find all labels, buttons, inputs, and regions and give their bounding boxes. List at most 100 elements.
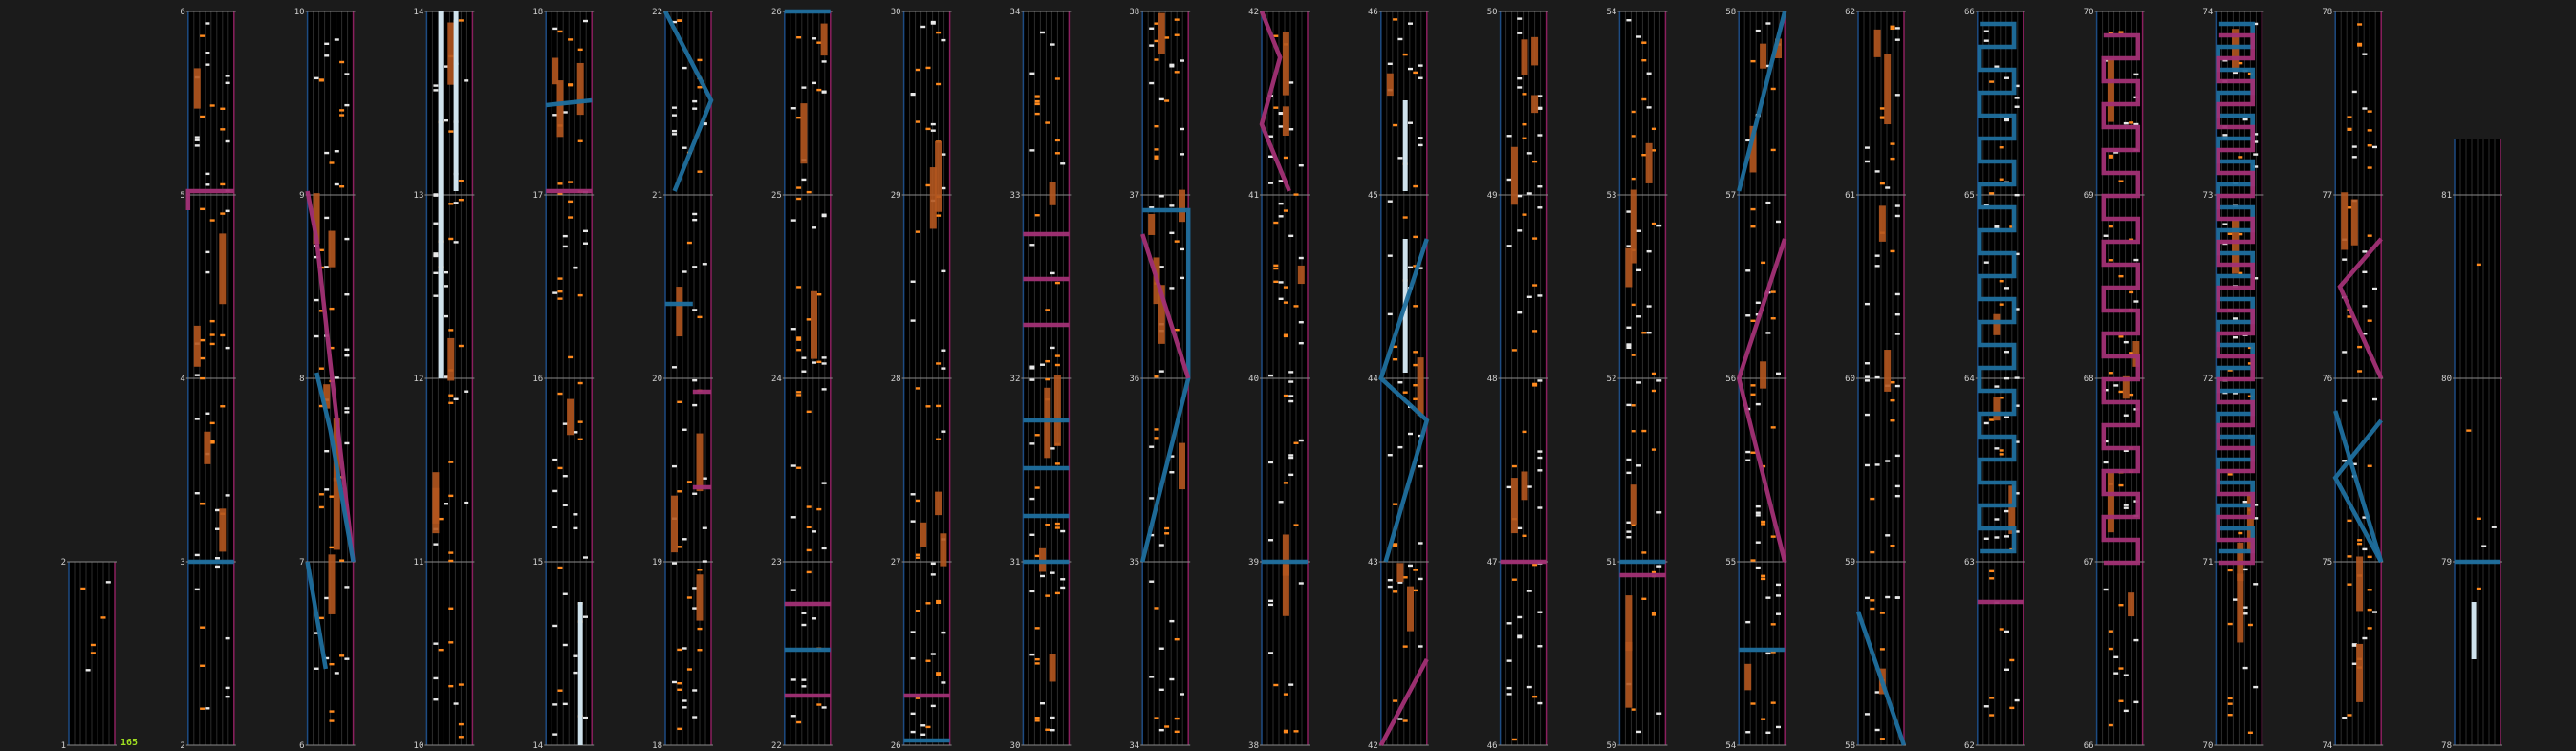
- note: [1761, 523, 1766, 526]
- note: [577, 293, 583, 297]
- note: [1989, 569, 1995, 573]
- note: [577, 438, 583, 440]
- note: [2476, 587, 2481, 590]
- note: [1402, 645, 1408, 648]
- note: [1268, 461, 1273, 464]
- note: [1402, 576, 1408, 579]
- note: [334, 376, 339, 379]
- long-note: [1282, 106, 1289, 136]
- note: [220, 405, 226, 408]
- note: [2347, 519, 2352, 523]
- note: [344, 237, 350, 241]
- note: [324, 449, 330, 453]
- note: [583, 556, 588, 559]
- measure-number: 19: [652, 558, 662, 568]
- note: [1158, 370, 1164, 373]
- note: [1045, 594, 1050, 597]
- note: [1402, 719, 1408, 722]
- note: [448, 641, 454, 644]
- note: [2342, 717, 2348, 719]
- long-note: [671, 495, 678, 553]
- note: [796, 720, 802, 724]
- note: [194, 374, 200, 376]
- note: [1298, 582, 1304, 585]
- long-note: [1044, 387, 1051, 459]
- note: [1770, 623, 1776, 626]
- note: [1631, 303, 1636, 307]
- note: [444, 376, 448, 378]
- note: [1180, 247, 1184, 251]
- long-note: [935, 140, 942, 212]
- note: [1278, 125, 1284, 128]
- note: [1278, 215, 1284, 218]
- note: [702, 263, 707, 266]
- note: [806, 526, 812, 528]
- note: [2362, 547, 2368, 551]
- note: [930, 122, 936, 126]
- note: [324, 54, 330, 57]
- note: [1894, 333, 1900, 335]
- note: [105, 581, 111, 584]
- note: [1537, 185, 1543, 188]
- note: [2004, 509, 2009, 513]
- note: [821, 362, 827, 365]
- measure-number: 63: [1964, 558, 1975, 568]
- note: [1154, 155, 1159, 158]
- note: [209, 319, 215, 323]
- note: [339, 60, 345, 64]
- note: [2357, 42, 2363, 46]
- note: [1874, 691, 1880, 694]
- note: [1288, 380, 1294, 383]
- note: [314, 667, 319, 670]
- note: [573, 513, 578, 516]
- note: [1174, 240, 1180, 243]
- note: [2004, 416, 2009, 418]
- note: [1293, 524, 1299, 526]
- note: [2113, 384, 2119, 387]
- note: [1397, 381, 1403, 384]
- note: [557, 277, 563, 280]
- measure-number: 78: [2441, 741, 2452, 751]
- note: [2362, 107, 2368, 110]
- note: [2242, 568, 2248, 571]
- note: [1413, 351, 1418, 354]
- long-note: [1884, 350, 1892, 392]
- note: [1885, 460, 1891, 462]
- note: [796, 197, 802, 201]
- note: [1517, 194, 1523, 198]
- measure-number: 10: [294, 8, 305, 17]
- long-note: [328, 554, 336, 614]
- note: [577, 48, 583, 52]
- note: [552, 526, 558, 529]
- note: [324, 216, 330, 220]
- note: [1537, 645, 1543, 648]
- note: [1656, 565, 1662, 568]
- measure-number: 70: [2084, 8, 2094, 17]
- note: [2238, 232, 2243, 236]
- note: [1413, 384, 1418, 387]
- long-note: [2128, 592, 2135, 617]
- note: [334, 38, 339, 41]
- long-note: [1521, 471, 1528, 501]
- measure-number: 41: [1248, 191, 1259, 201]
- measure-number: 74: [2322, 741, 2332, 751]
- measure-number: 62: [1964, 741, 1975, 751]
- note: [812, 226, 816, 229]
- note: [225, 139, 230, 143]
- note: [324, 151, 330, 155]
- note: [1387, 578, 1393, 582]
- note: [1641, 429, 1647, 433]
- note: [677, 400, 682, 404]
- measure-number: 77: [2322, 191, 2332, 201]
- note: [1776, 594, 1781, 597]
- note: [1656, 224, 1662, 227]
- note: [324, 266, 330, 268]
- note: [562, 245, 568, 248]
- note: [2372, 397, 2377, 401]
- note: [1894, 384, 1900, 388]
- measure-number: 47: [1487, 558, 1498, 568]
- note: [1999, 397, 2004, 399]
- measure-number: 44: [1368, 375, 1378, 384]
- note: [925, 183, 931, 187]
- long-note: [1760, 361, 1767, 389]
